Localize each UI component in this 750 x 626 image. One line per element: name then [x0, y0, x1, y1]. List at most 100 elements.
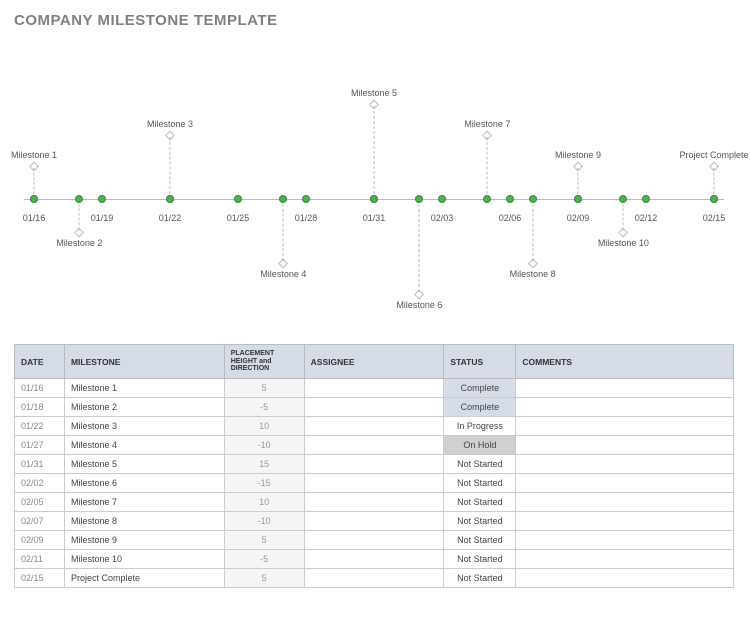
- cell-comments: [516, 455, 734, 474]
- milestone-label: Milestone 7: [464, 119, 510, 129]
- axis-tick-dot: [642, 195, 650, 203]
- cell-comments: [516, 569, 734, 588]
- axis-tick-label: 01/16: [4, 213, 64, 223]
- cell-assignee: [304, 417, 444, 436]
- table-row: 02/11Milestone 10-5Not Started: [15, 550, 734, 569]
- table-row: 02/15Project Complete5Not Started: [15, 569, 734, 588]
- milestone-timeline-chart: 01/1601/1901/2201/2501/2801/3102/0302/06…: [14, 69, 734, 304]
- milestone-label: Milestone 4: [260, 269, 306, 279]
- milestone-dot: [619, 195, 627, 203]
- milestone-dot: [75, 195, 83, 203]
- cell-placement: 5: [224, 569, 304, 588]
- cell-placement: 10: [224, 417, 304, 436]
- axis-tick-label: 01/22: [140, 213, 200, 223]
- milestone-dot: [574, 195, 582, 203]
- col-header-assignee: ASSIGNEE: [304, 345, 444, 379]
- axis-tick-label: 01/31: [344, 213, 404, 223]
- cell-assignee: [304, 398, 444, 417]
- cell-placement: 10: [224, 493, 304, 512]
- cell-comments: [516, 550, 734, 569]
- table-row: 02/02Milestone 6-15 Not Started: [15, 474, 734, 493]
- cell-placement: 5: [224, 531, 304, 550]
- cell-status: On Hold: [444, 436, 516, 455]
- cell-status: Not Started: [444, 493, 516, 512]
- cell-status: Complete: [444, 398, 516, 417]
- milestone-stem: [79, 199, 80, 230]
- milestone-label: Milestone 5: [351, 88, 397, 98]
- cell-placement: -5: [224, 398, 304, 417]
- cell-date: 01/16: [15, 379, 65, 398]
- cell-milestone: Milestone 2: [64, 398, 224, 417]
- cell-milestone: Milestone 5: [64, 455, 224, 474]
- cell-assignee: [304, 550, 444, 569]
- cell-placement: -10: [224, 512, 304, 531]
- axis-tick-label: 02/09: [548, 213, 608, 223]
- cell-status: Not Started: [444, 531, 516, 550]
- axis-tick-label: 01/25: [208, 213, 268, 223]
- milestone-dot: [529, 195, 537, 203]
- cell-comments: [516, 474, 734, 493]
- cell-status: Not Started: [444, 474, 516, 493]
- col-header-date: DATE: [15, 345, 65, 379]
- cell-date: 01/22: [15, 417, 65, 436]
- cell-comments: [516, 436, 734, 455]
- milestone-label: Milestone 1: [11, 150, 57, 160]
- cell-assignee: [304, 493, 444, 512]
- cell-date: 02/02: [15, 474, 65, 493]
- milestone-label: Milestone 3: [147, 119, 193, 129]
- axis-tick-label: 02/06: [480, 213, 540, 223]
- milestone-dot: [710, 195, 718, 203]
- cell-milestone: Milestone 9: [64, 531, 224, 550]
- cell-status: Not Started: [444, 512, 516, 531]
- cell-date: 01/31: [15, 455, 65, 474]
- table-row: 01/18Milestone 2-5 Complete: [15, 398, 734, 417]
- axis-tick-label: 02/15: [684, 213, 744, 223]
- axis-tick-dot: [234, 195, 242, 203]
- table-row: 02/05Milestone 710Not Started: [15, 493, 734, 512]
- table-row: 01/22Milestone 310 In Progress: [15, 417, 734, 436]
- cell-milestone: Milestone 1: [64, 379, 224, 398]
- table-row: 02/09Milestone 95 Not Started: [15, 531, 734, 550]
- cell-assignee: [304, 531, 444, 550]
- cell-milestone: Milestone 3: [64, 417, 224, 436]
- milestone-dot: [370, 195, 378, 203]
- col-header-status: STATUS: [444, 345, 516, 379]
- cell-comments: [516, 512, 734, 531]
- axis-tick-label: 02/03: [412, 213, 472, 223]
- cell-date: 02/09: [15, 531, 65, 550]
- axis-tick-dot: [98, 195, 106, 203]
- axis-tick-dot: [506, 195, 514, 203]
- cell-assignee: [304, 569, 444, 588]
- cell-date: 02/05: [15, 493, 65, 512]
- cell-assignee: [304, 512, 444, 531]
- cell-placement: -10: [224, 436, 304, 455]
- cell-milestone: Milestone 10: [64, 550, 224, 569]
- table-row: 01/27Milestone 4-10On Hold: [15, 436, 734, 455]
- milestone-dot: [415, 195, 423, 203]
- col-header-milestone: MILESTONE: [64, 345, 224, 379]
- cell-comments: [516, 417, 734, 436]
- cell-milestone: Milestone 8: [64, 512, 224, 531]
- milestone-label: Project Complete: [679, 150, 748, 160]
- table-row: 02/07Milestone 8-10Not Started: [15, 512, 734, 531]
- cell-date: 01/27: [15, 436, 65, 455]
- milestone-label: Milestone 6: [396, 300, 442, 310]
- cell-status: Not Started: [444, 569, 516, 588]
- table-row: 01/31Milestone 515Not Started: [15, 455, 734, 474]
- col-header-placement: PLACEMENT HEIGHT and DIRECTION: [224, 345, 304, 379]
- milestone-label: Milestone 8: [510, 269, 556, 279]
- milestone-label: Milestone 2: [56, 238, 102, 248]
- cell-assignee: [304, 455, 444, 474]
- cell-date: 01/18: [15, 398, 65, 417]
- milestone-stem: [419, 199, 420, 292]
- cell-placement: 15: [224, 455, 304, 474]
- cell-status: Complete: [444, 379, 516, 398]
- milestone-stem: [170, 137, 171, 199]
- page-title: COMPANY MILESTONE TEMPLATE: [14, 12, 736, 29]
- cell-milestone: Milestone 6: [64, 474, 224, 493]
- axis-tick-label: 01/28: [276, 213, 336, 223]
- milestone-label: Milestone 10: [598, 238, 649, 248]
- cell-status: In Progress: [444, 417, 516, 436]
- cell-placement: -15: [224, 474, 304, 493]
- milestone-stem: [374, 106, 375, 199]
